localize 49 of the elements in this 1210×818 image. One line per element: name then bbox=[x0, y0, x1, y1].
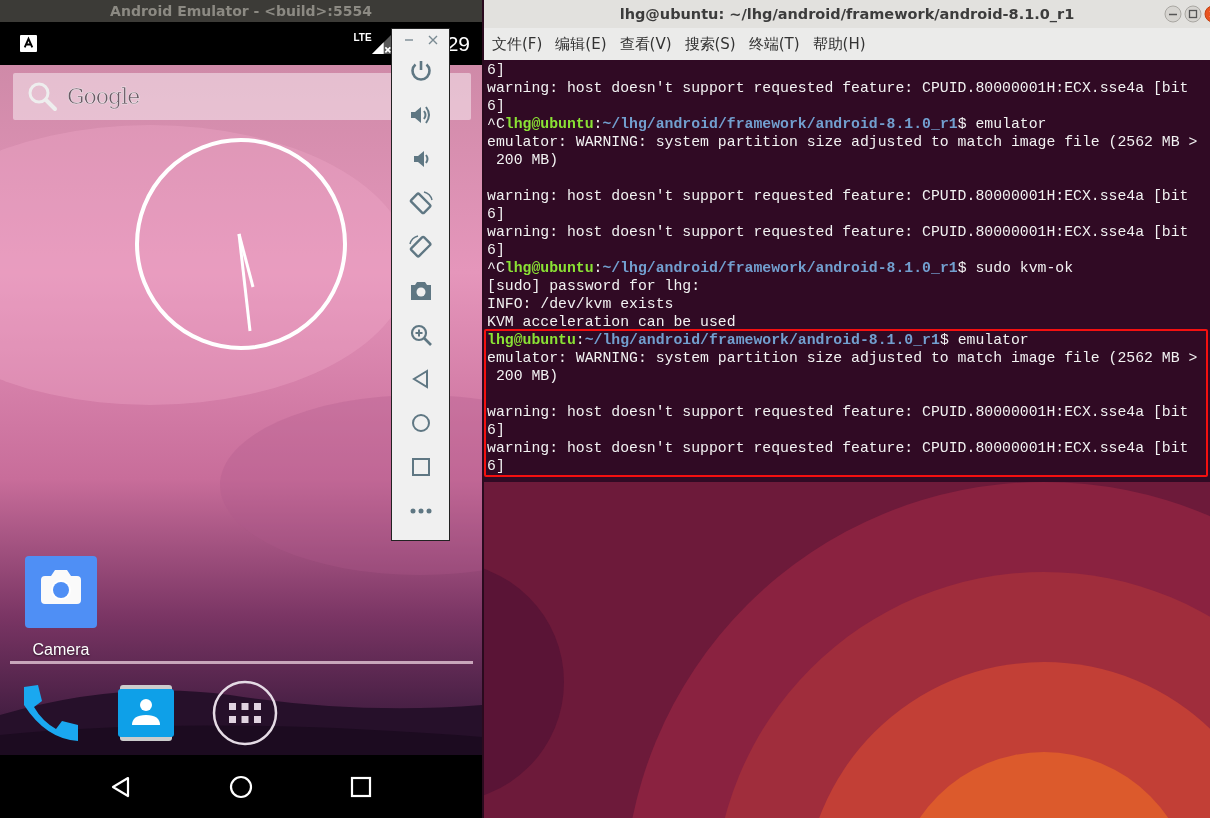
output-line: emulator: WARNING: system partition size adjusted to match image file (2562 MB > bbox=[487, 349, 1199, 367]
window-title: lhg@ubuntu: ~/lhg/android/framework/android-8.1.0_r1 bbox=[619, 6, 1075, 22]
prompt-line: lhg@ubuntu:~/lhg/android/framework/android-8.1.0_r1$ emulator bbox=[487, 331, 1030, 349]
network-label: LTE bbox=[353, 32, 372, 43]
output-line: INFO: /dev/kvm exists bbox=[487, 295, 675, 313]
menu-item[interactable]: 文件(F) bbox=[492, 34, 543, 54]
prompt-line: ^Clhg@ubuntu:~/lhg/android/framework/android-8.1.0_r1$ emulator bbox=[487, 115, 1048, 133]
output-line: KVM acceleration can be used bbox=[487, 313, 737, 331]
more-icon[interactable] bbox=[408, 508, 433, 514]
camera-icon[interactable] bbox=[25, 556, 97, 628]
prompt-line: ^Clhg@ubuntu:~/lhg/android/framework/android-8.1.0_r1$ sudo kvm-ok bbox=[487, 259, 1075, 277]
menu-item[interactable]: 终端(T) bbox=[748, 34, 800, 54]
menu-item[interactable]: 编辑(E) bbox=[555, 34, 607, 54]
close-icon[interactable] bbox=[427, 35, 438, 45]
app-label[interactable]: Camera bbox=[32, 641, 90, 659]
menu-item[interactable]: 帮助(H) bbox=[812, 34, 866, 54]
camera-icon[interactable] bbox=[408, 279, 433, 303]
power-icon[interactable] bbox=[408, 59, 433, 83]
rotate-left-icon[interactable] bbox=[408, 191, 433, 215]
minimize-button[interactable] bbox=[1164, 5, 1182, 23]
output-line: 200 MB) bbox=[494, 151, 560, 169]
recents-icon[interactable] bbox=[349, 774, 373, 799]
output-line: 6] bbox=[487, 457, 506, 475]
menu-item[interactable]: 搜索(S) bbox=[684, 34, 736, 54]
output-line: 6] bbox=[487, 205, 506, 223]
output-line: 6] bbox=[487, 421, 506, 439]
search-logo: Google bbox=[67, 84, 140, 109]
output-line: 6] bbox=[487, 241, 506, 259]
apps-icon[interactable] bbox=[212, 680, 278, 746]
output-line: emulator: WARNING: system partition size adjusted to match image file (2562 MB > bbox=[487, 133, 1199, 151]
search-icon bbox=[27, 80, 59, 113]
output-line: 200 MB) bbox=[494, 367, 560, 385]
menu-item[interactable]: 查看(V) bbox=[619, 34, 672, 54]
signal-icon bbox=[371, 33, 392, 54]
output-line: warning: host doesn't support requested feature: CPUID.80000001H:ECX.sse4a [bit bbox=[487, 439, 1190, 457]
maximize-button[interactable] bbox=[1184, 5, 1202, 23]
rotate-right-icon[interactable] bbox=[408, 235, 433, 259]
output-line: warning: host doesn't support requested feature: CPUID.80000001H:ECX.sse4a [bit bbox=[487, 403, 1190, 421]
output-line: [sudo] password for lhg: bbox=[487, 277, 702, 295]
output-line: 6] bbox=[487, 97, 506, 115]
window-title: Android Emulator - <build>:5554 bbox=[0, 0, 482, 22]
contacts-icon[interactable] bbox=[116, 683, 176, 743]
output-line: warning: host doesn't support requested feature: CPUID.80000001H:ECX.sse4a [bit bbox=[487, 79, 1190, 97]
output-line: warning: host doesn't support requested feature: CPUID.80000001H:ECX.sse4a [bit bbox=[487, 187, 1190, 205]
zoom-icon[interactable] bbox=[408, 323, 433, 347]
home-icon[interactable] bbox=[229, 774, 253, 799]
output-line: warning: host doesn't support requested feature: CPUID.80000001H:ECX.sse4a [bit bbox=[487, 223, 1190, 241]
output-line: 6] bbox=[487, 61, 506, 79]
notification-icon bbox=[20, 35, 37, 52]
